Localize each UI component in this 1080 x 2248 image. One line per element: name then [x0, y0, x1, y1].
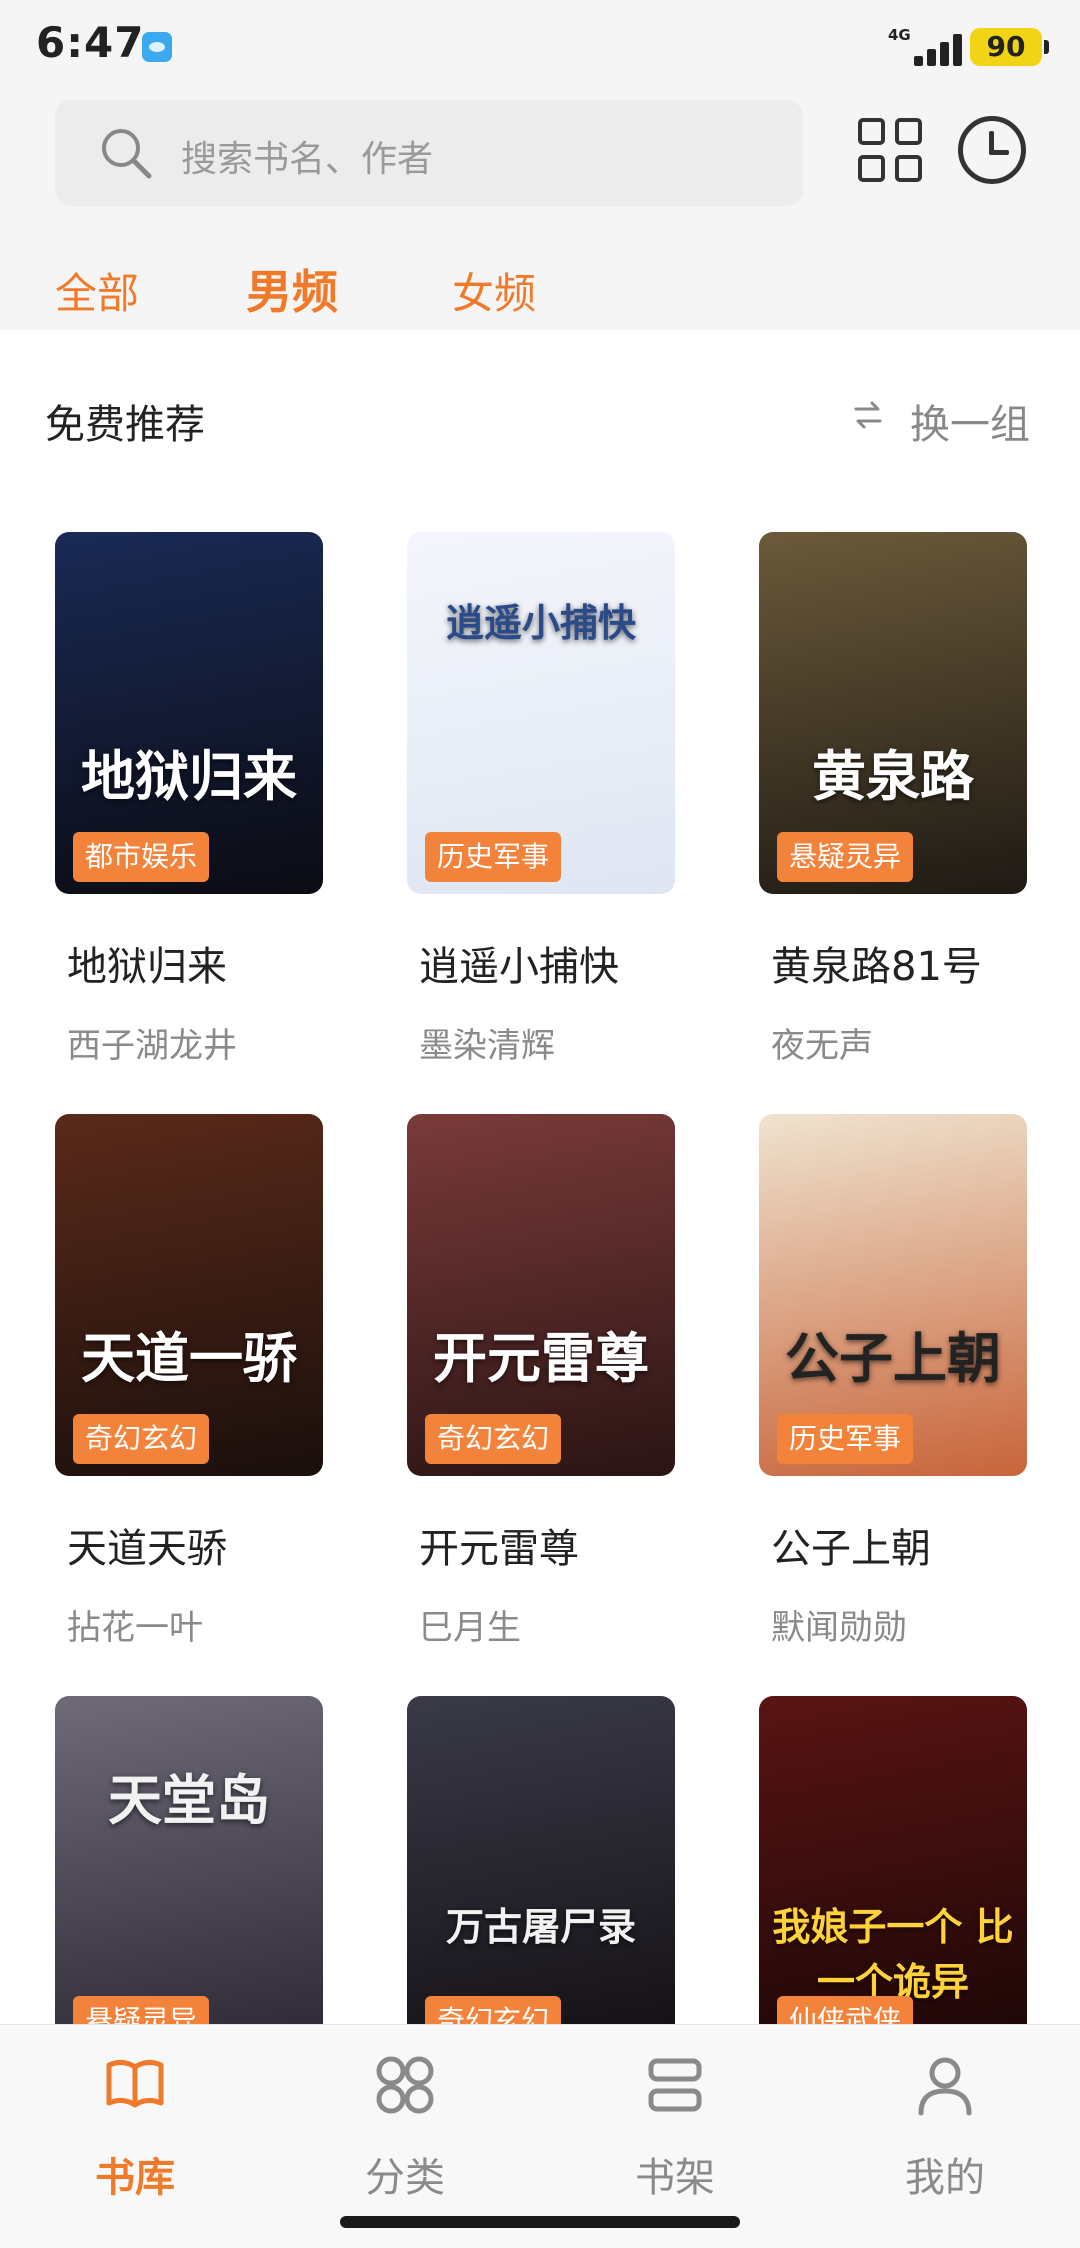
grid-view-button[interactable]	[858, 118, 924, 184]
nav-item-bookshelf[interactable]: 书架	[575, 2053, 775, 2201]
book-author: 夜无声	[771, 1026, 873, 1066]
book-card[interactable]: 地狱归来 都市娱乐 地狱归来 西子湖龙井	[55, 532, 323, 1072]
book-cover[interactable]: 天堂岛 悬疑灵异	[55, 1696, 323, 2058]
book-card[interactable]: 开元雷尊 奇幻玄幻 开元雷尊 巳月生	[407, 1114, 675, 1654]
tab-female[interactable]: 女频	[452, 260, 536, 321]
history-clock-icon[interactable]	[958, 116, 1026, 184]
category-grid-icon	[376, 2056, 434, 2114]
book-cover[interactable]: 天道一骄奇幻玄幻	[55, 1114, 323, 1476]
book-title[interactable]: 公子上朝	[771, 1516, 931, 1574]
genre-tag: 悬疑灵异	[777, 832, 914, 882]
cover-title-text: 天道一骄	[81, 1326, 297, 1390]
book-title[interactable]: 黄泉路81号	[771, 934, 982, 992]
genre-tag: 历史军事	[777, 1414, 914, 1464]
book-card[interactable]: 公子上朝 历史军事 公子上朝 默闻勋勋	[759, 1114, 1027, 1654]
refresh-icon	[854, 401, 882, 429]
status-time: 6:47	[36, 18, 145, 67]
book-cover[interactable]: 我娘子一个 比一个诡异 仙侠武侠	[759, 1696, 1027, 2058]
book-title[interactable]: 天道天骄	[67, 1516, 227, 1574]
section-title: 免费推荐	[45, 402, 205, 448]
nav-item-category[interactable]: 分类	[305, 2053, 505, 2201]
cover-title-text: 公子上朝	[785, 1326, 1001, 1390]
header-area: 6:47 4G 90 搜索书名、作者 全部 男频 女频	[0, 0, 1080, 330]
book-card[interactable]: 天堂岛 悬疑灵异	[55, 1696, 323, 2058]
bookshelf-icon	[648, 2058, 702, 2112]
book-title[interactable]: 开元雷尊	[419, 1516, 579, 1574]
nav-item-profile[interactable]: 我的	[845, 2053, 1045, 2201]
nav-item-library[interactable]: 书库	[35, 2053, 235, 2201]
grid-icon	[858, 118, 885, 145]
cover-title-text: 黄泉路	[812, 744, 974, 808]
nav-label-profile: 我的	[905, 2155, 985, 2201]
book-card[interactable]: 黄泉路悬疑灵异黄泉路81号夜无声	[759, 532, 1027, 1072]
genre-tag: 奇幻玄幻	[73, 1414, 210, 1464]
cover-title-text: 逍遥小捕快	[445, 600, 636, 645]
book-author: 墨染清辉	[419, 1026, 555, 1066]
nav-label-category: 分类	[365, 2155, 445, 2201]
book-cover[interactable]: 逍遥小捕快历史军事	[407, 532, 675, 894]
book-card[interactable]: 逍遥小捕快 历史军事 逍遥小捕快 墨染清辉	[407, 532, 675, 1072]
book-open-icon	[106, 2059, 164, 2108]
tab-male[interactable]: 男频	[246, 256, 338, 322]
status-bar: 6:47 4G 90	[0, 0, 1080, 95]
book-card[interactable]: 万古屠尸录 奇幻玄幻	[407, 1696, 675, 2058]
book-author: 巳月生	[419, 1608, 521, 1648]
book-cover[interactable]: 开元雷尊奇幻玄幻	[407, 1114, 675, 1476]
book-card[interactable]: 我娘子一个 比一个诡异 仙侠武侠	[759, 1696, 1027, 2058]
book-cover[interactable]: 地狱归来都市娱乐	[55, 532, 323, 894]
book-cover[interactable]: 公子上朝历史军事	[759, 1114, 1027, 1476]
app-notification-icon	[142, 32, 172, 62]
home-indicator	[340, 2216, 740, 2228]
search-placeholder: 搜索书名、作者	[181, 139, 434, 180]
refresh-label: 换一组	[910, 402, 1030, 448]
book-title[interactable]: 地狱归来	[67, 934, 227, 992]
signal-icon	[894, 30, 962, 66]
book-title[interactable]: 逍遥小捕快	[419, 934, 619, 992]
cover-title-text: 天堂岛	[108, 1768, 270, 1832]
cover-title-text: 地狱归来	[81, 744, 297, 808]
book-cover[interactable]: 黄泉路悬疑灵异	[759, 532, 1027, 894]
book-cover[interactable]: 万古屠尸录 奇幻玄幻	[407, 1696, 675, 2058]
cover-title-text: 开元雷尊	[433, 1326, 649, 1390]
tab-all[interactable]: 全部	[55, 260, 139, 321]
search-icon	[102, 129, 152, 179]
nav-label-library: 书库	[95, 2155, 175, 2201]
nav-label-bookshelf: 书架	[635, 2155, 715, 2201]
person-icon	[918, 2057, 972, 2116]
genre-tag: 奇幻玄幻	[425, 1414, 562, 1464]
book-card[interactable]: 天道一骄奇幻玄幻天道天骄拈花一叶	[55, 1114, 323, 1654]
search-input[interactable]: 搜索书名、作者	[55, 100, 803, 206]
book-author: 默闻勋勋	[771, 1608, 907, 1648]
book-author: 西子湖龙井	[67, 1026, 237, 1066]
genre-tag: 都市娱乐	[73, 832, 210, 882]
battery-indicator: 90	[970, 28, 1049, 66]
book-author: 拈花一叶	[67, 1608, 203, 1648]
cover-title-text: 我娘子一个 比一个诡异	[772, 1904, 1014, 2004]
bottom-nav: 书库 分类 书架 我的	[0, 2024, 1080, 2248]
genre-tag: 历史军事	[425, 832, 562, 882]
cover-title-text: 万古屠尸录	[445, 1904, 636, 1949]
